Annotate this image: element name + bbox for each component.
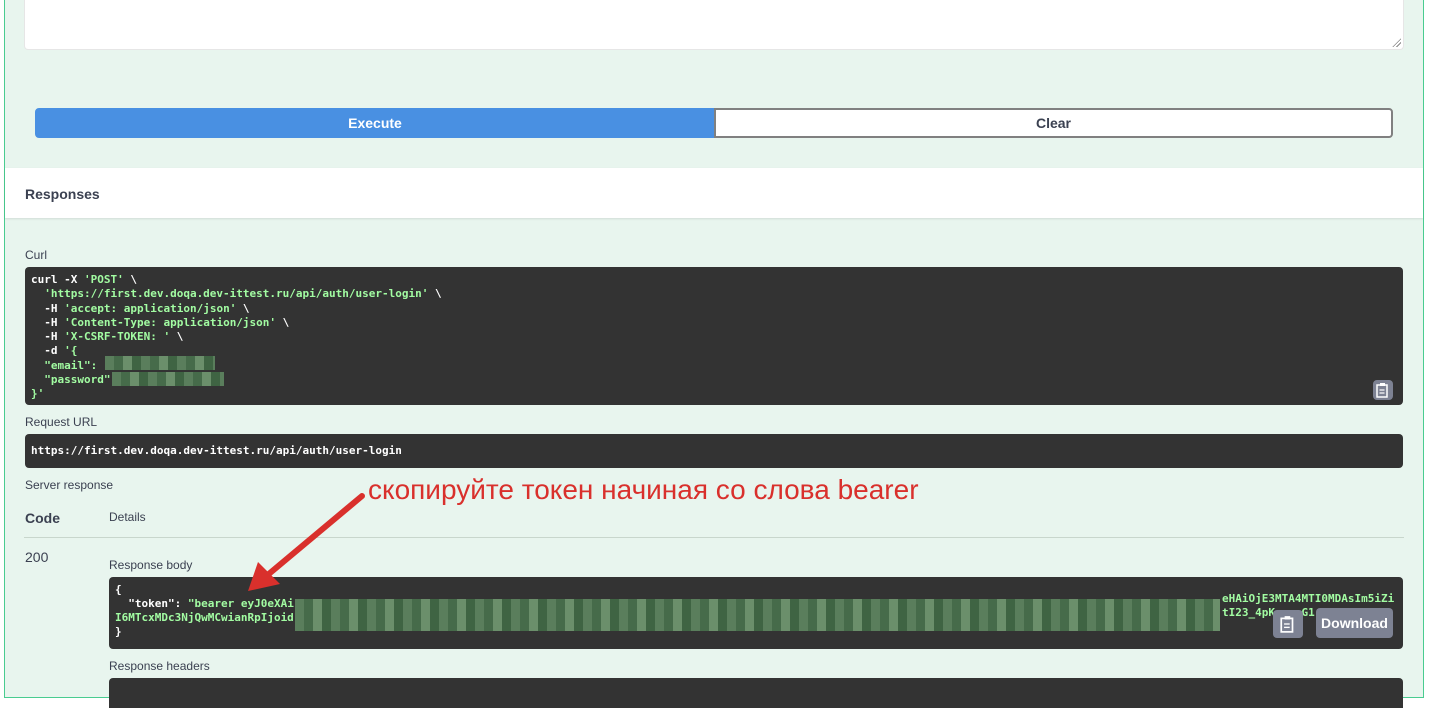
token-value-line2: I6MTcxMDc3NjQwMCwianRpIjoid: [115, 611, 294, 624]
resize-handle[interactable]: [1392, 38, 1401, 47]
curl-url: 'https://first.dev.doqa.dev-ittest.ru/ap…: [31, 287, 429, 301]
curl-continuation: \: [428, 287, 442, 301]
response-headers-label: Response headers: [109, 659, 210, 673]
copy-response-button[interactable]: [1273, 610, 1303, 638]
curl-data-close: }': [31, 387, 45, 401]
copy-icon: [1280, 616, 1294, 633]
curl-flag: -d: [31, 344, 65, 358]
curl-continuation: \: [276, 315, 290, 329]
responses-title: Responses: [25, 186, 100, 202]
table-divider: [24, 537, 1404, 538]
curl-header-csrf: 'X-CSRF-TOKEN: ': [64, 330, 171, 344]
curl-method: 'POST': [83, 273, 124, 286]
redacted-password: [112, 372, 224, 386]
curl-code-block: curl -X 'POST' \ 'https://first.dev.doqa…: [25, 267, 1403, 405]
curl-header-accept: 'accept: application/json': [64, 301, 237, 315]
response-code: 200: [25, 549, 49, 565]
token-value-tail: eHAiOjE3MTA4MTI0MDAsIm5iZi: [1222, 592, 1395, 605]
json-brace: }: [115, 625, 122, 638]
download-button[interactable]: Download: [1316, 608, 1393, 638]
curl-label: Curl: [25, 248, 48, 262]
code-column-header: Code: [25, 510, 60, 526]
details-column-header: Details: [109, 510, 146, 524]
redacted-token: [295, 599, 1220, 631]
response-body-label: Response body: [109, 558, 193, 572]
curl-password-key: "password": [31, 373, 111, 387]
curl-line: curl -X: [31, 273, 84, 286]
curl-flag: -H: [31, 330, 65, 344]
curl-continuation: \: [170, 330, 184, 344]
curl-continuation: \: [236, 301, 250, 315]
copy-curl-button[interactable]: [1373, 380, 1393, 400]
curl-flag: -H: [31, 301, 65, 315]
curl-data-open: '{: [64, 344, 78, 358]
request-url-value: https://first.dev.doqa.dev-ittest.ru/api…: [25, 434, 1403, 468]
request-url-label: Request URL: [25, 415, 98, 429]
responses-header: Responses: [5, 168, 1423, 218]
curl-continuation: \: [123, 273, 137, 286]
execute-button[interactable]: Execute: [35, 108, 715, 138]
redacted-email: [105, 356, 215, 370]
annotation-text: скопируйте токен начиная со слова bearer: [368, 474, 919, 505]
copy-icon: [1376, 383, 1388, 398]
curl-flag: -H: [31, 315, 65, 329]
server-response-label: Server response: [25, 478, 114, 492]
response-headers-block: [109, 678, 1403, 708]
json-brace: {: [115, 583, 122, 596]
curl-header-content-type: 'Content-Type: application/json': [64, 315, 277, 329]
clear-button[interactable]: Clear: [714, 108, 1393, 138]
request-body-textarea[interactable]: [24, 0, 1404, 50]
annotation-arrow-icon: [248, 493, 365, 591]
json-token-key: "token":: [115, 597, 188, 610]
curl-email-key: "email":: [31, 358, 104, 372]
